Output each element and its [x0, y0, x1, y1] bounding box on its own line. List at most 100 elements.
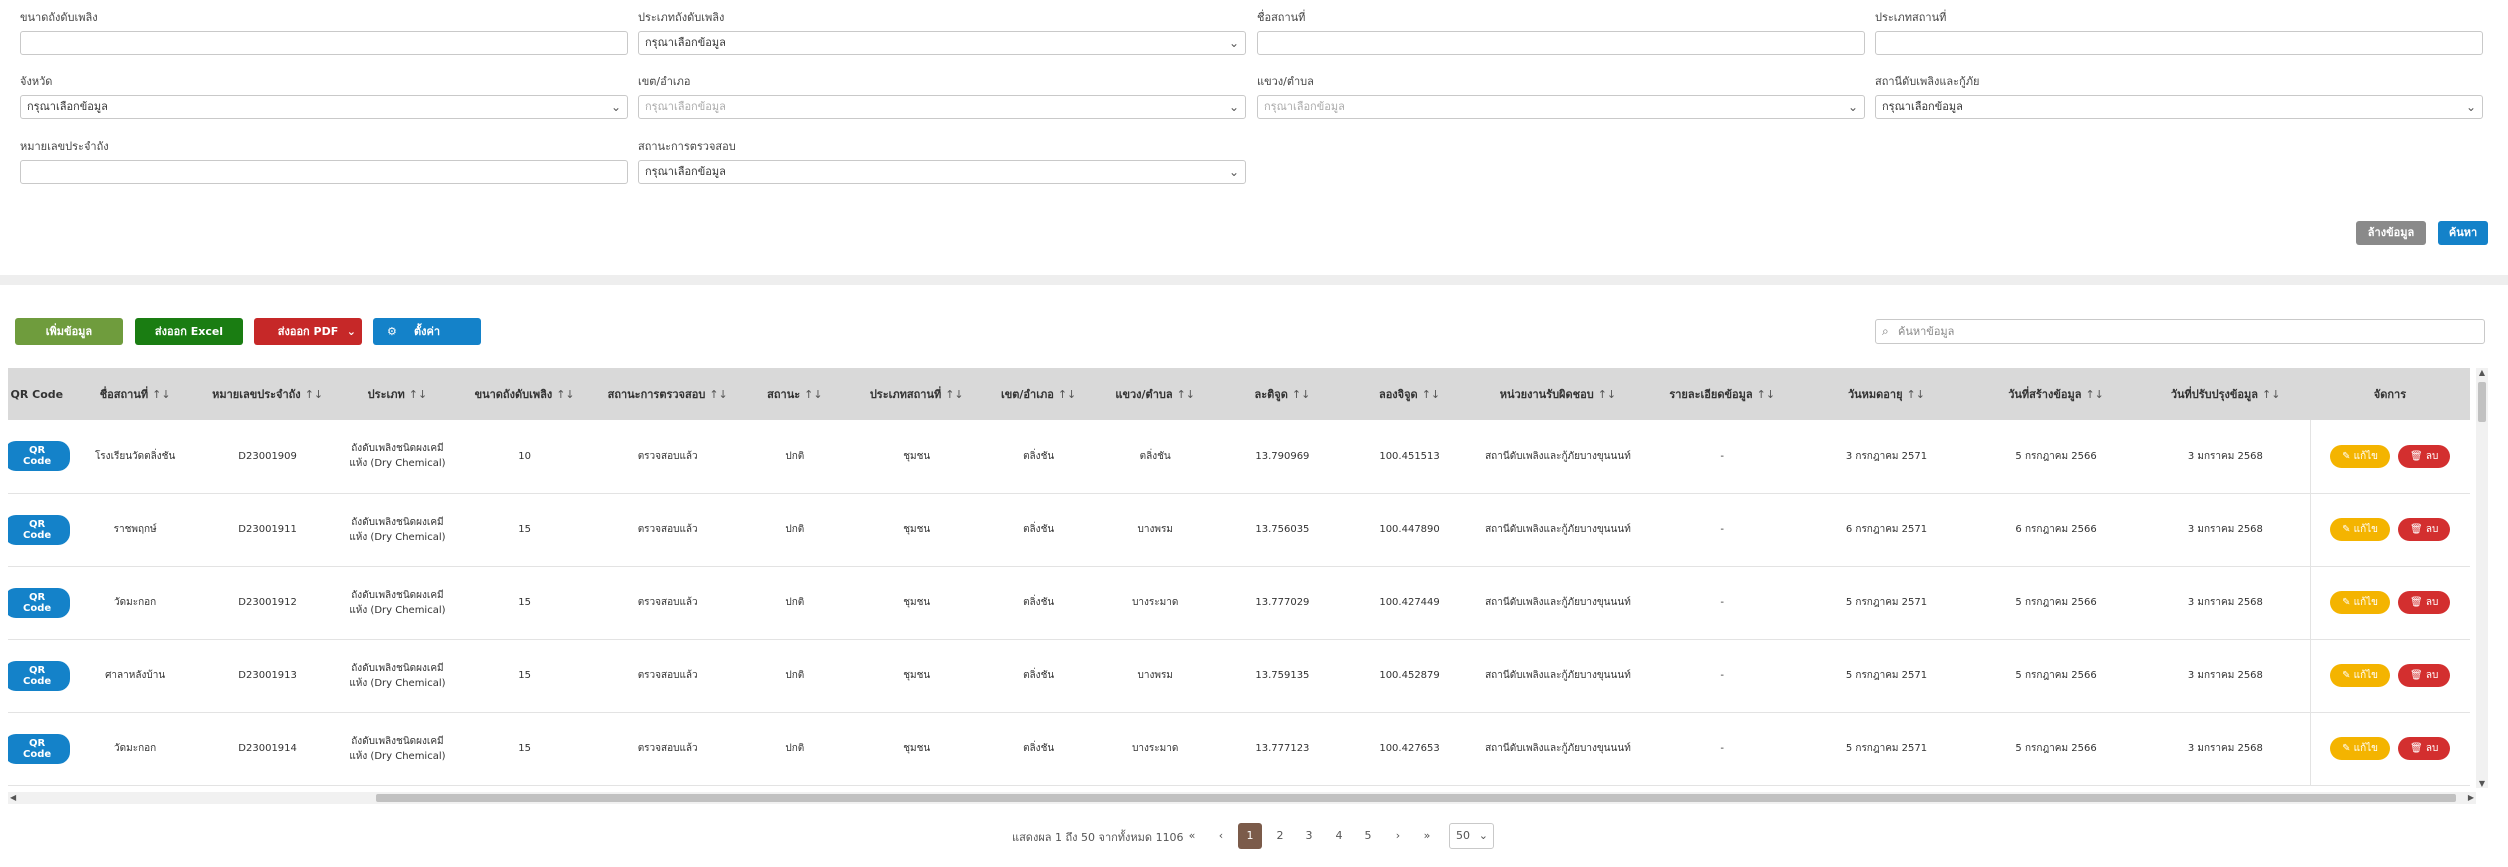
- column-header[interactable]: ประเภทสถานที่ ↑↓: [847, 368, 987, 420]
- sort-icon[interactable]: ↑↓: [804, 388, 822, 401]
- scroll-up-icon[interactable]: ▲: [2476, 368, 2488, 377]
- table-cell: ปกติ: [741, 712, 848, 786]
- column-header: จัดการ: [2310, 368, 2471, 420]
- qr-code-button[interactable]: QR Code: [8, 441, 71, 472]
- column-header[interactable]: ประเภท ↑↓: [339, 368, 457, 420]
- edit-button[interactable]: ✎ แก้ไข: [2330, 591, 2390, 614]
- horizontal-scroll-thumb[interactable]: [376, 794, 2456, 802]
- column-header[interactable]: แขวง/ตำบล ↑↓: [1091, 368, 1220, 420]
- search-button[interactable]: ค้นหา: [2438, 221, 2488, 245]
- sort-icon[interactable]: ↑↓: [1422, 388, 1440, 401]
- export-pdf-button[interactable]: ส่งออก PDF ⌄: [254, 318, 362, 345]
- sort-icon[interactable]: ↑↓: [1757, 388, 1775, 401]
- horizontal-scrollbar[interactable]: ◀ ▶: [8, 792, 2476, 804]
- column-header[interactable]: สถานะการตรวจสอบ ↑↓: [593, 368, 743, 420]
- sort-icon[interactable]: ↑↓: [305, 388, 323, 401]
- scroll-down-icon[interactable]: ▼: [2476, 779, 2488, 788]
- qr-code-button[interactable]: QR Code: [8, 660, 71, 691]
- edit-button[interactable]: ✎ แก้ไข: [2330, 737, 2390, 760]
- sort-icon[interactable]: ↑↓: [945, 388, 963, 401]
- edit-button[interactable]: ✎ แก้ไข: [2330, 664, 2390, 687]
- qr-code-button[interactable]: QR Code: [8, 733, 71, 764]
- edit-button[interactable]: ✎ แก้ไข: [2330, 518, 2390, 541]
- table-cell: 13.777029: [1218, 566, 1346, 640]
- sort-icon[interactable]: ↑↓: [2085, 388, 2103, 401]
- chevron-down-icon: ⌄: [2465, 100, 2476, 114]
- add-button[interactable]: เพิ่มข้อมูล: [15, 318, 123, 345]
- chevron-down-icon[interactable]: ⌄: [347, 318, 356, 345]
- qr-code-button[interactable]: QR Code: [8, 587, 71, 618]
- sort-icon[interactable]: ↑↓: [1598, 388, 1616, 401]
- search-input[interactable]: ⌕ ค้นหาข้อมูล: [1875, 319, 2485, 344]
- sort-icon[interactable]: ↑↓: [1292, 388, 1310, 401]
- sort-icon[interactable]: ↑↓: [1058, 388, 1076, 401]
- table-row: QR Code วัดมะกอก D23001912 ถังดับเพลิงชนิดผ…: [8, 566, 2470, 640]
- sort-icon[interactable]: ↑↓: [2262, 388, 2280, 401]
- delete-button[interactable]: 🗑 ลบ: [2398, 664, 2451, 687]
- delete-button[interactable]: 🗑 ลบ: [2398, 591, 2451, 614]
- delete-button[interactable]: 🗑 ลบ: [2398, 518, 2451, 541]
- vertical-scroll-thumb[interactable]: [2478, 382, 2486, 422]
- page-button-3[interactable]: 3: [1297, 823, 1321, 849]
- column-header[interactable]: รายละเอียดข้อมูล ↑↓: [1642, 368, 1803, 420]
- sort-icon[interactable]: ↑↓: [152, 388, 170, 401]
- sort-icon[interactable]: ↑↓: [556, 388, 574, 401]
- district-select[interactable]: กรุณาเลือกข้อมูล ⌄: [638, 95, 1246, 119]
- location-name-input[interactable]: [1257, 31, 1865, 55]
- tank-size-input[interactable]: [20, 31, 628, 55]
- table-cell: ราชพฤกษ์: [74, 493, 197, 567]
- column-header[interactable]: ละติจูด ↑↓: [1218, 368, 1347, 420]
- column-header[interactable]: วันที่สร้างข้อมูล ↑↓: [1971, 368, 2142, 420]
- sort-icon[interactable]: ↑↓: [1177, 388, 1195, 401]
- pencil-icon: ✎: [2342, 524, 2354, 535]
- scroll-right-icon[interactable]: ▶: [2468, 792, 2474, 804]
- column-header[interactable]: ลองจิจูด ↑↓: [1345, 368, 1474, 420]
- column-header[interactable]: วันหมดอายุ ↑↓: [1801, 368, 1972, 420]
- column-header[interactable]: เขต/อำเภอ ↑↓: [985, 368, 1093, 420]
- table-cell: วัดมะกอก: [74, 712, 197, 786]
- scroll-left-icon[interactable]: ◀: [10, 792, 16, 804]
- edit-button[interactable]: ✎ แก้ไข: [2330, 444, 2390, 468]
- subdistrict-select[interactable]: กรุณาเลือกข้อมูล ⌄: [1257, 95, 1865, 119]
- delete-button[interactable]: 🗑 ลบ: [2398, 444, 2451, 468]
- sort-icon[interactable]: ↑↓: [1907, 388, 1925, 401]
- tank-number-label: หมายเลขประจำถัง: [20, 140, 109, 153]
- page-button-1[interactable]: 1: [1238, 823, 1262, 849]
- inspection-status-select[interactable]: กรุณาเลือกข้อมูล ⌄: [638, 160, 1246, 184]
- next-page-button[interactable]: ›: [1386, 823, 1410, 849]
- column-header[interactable]: วันที่ปรับปรุงข้อมูล ↑↓: [2140, 368, 2311, 420]
- column-header[interactable]: ขนาดถังดับเพลิง ↑↓: [455, 368, 594, 420]
- column-header[interactable]: หน่วยงานรับผิดชอบ ↑↓: [1473, 368, 1644, 420]
- delete-button[interactable]: 🗑 ลบ: [2398, 737, 2451, 760]
- chevron-down-icon: ⌄: [1228, 36, 1239, 50]
- search-placeholder: ค้นหาข้อมูล: [1898, 325, 1955, 338]
- page-button-5[interactable]: 5: [1356, 823, 1380, 849]
- sort-icon[interactable]: ↑↓: [409, 388, 427, 401]
- column-header[interactable]: สถานะ ↑↓: [741, 368, 849, 420]
- prev-page-button[interactable]: ‹: [1209, 823, 1233, 849]
- settings-button[interactable]: ⚙ ตั้งค่า: [373, 318, 481, 345]
- column-header[interactable]: หมายเลขประจำถัง ↑↓: [196, 368, 340, 420]
- qr-code-button[interactable]: QR Code: [8, 514, 71, 545]
- sort-icon[interactable]: ↑↓: [709, 388, 727, 401]
- page-button-4[interactable]: 4: [1327, 823, 1351, 849]
- page-button-2[interactable]: 2: [1268, 823, 1292, 849]
- table-cell: -: [1642, 639, 1802, 713]
- tank-type-select[interactable]: กรุณาเลือกข้อมูล ⌄: [638, 31, 1246, 55]
- province-select[interactable]: กรุณาเลือกข้อมูล ⌄: [20, 95, 628, 119]
- tank-number-input[interactable]: [20, 160, 628, 184]
- first-page-button[interactable]: «: [1180, 823, 1204, 849]
- station-select[interactable]: กรุณาเลือกข้อมูล ⌄: [1875, 95, 2483, 119]
- clear-button[interactable]: ล้างข้อมูล: [2356, 221, 2426, 245]
- table-cell: 13.756035: [1218, 493, 1346, 567]
- page-size-select[interactable]: 50 ⌄: [1449, 823, 1494, 849]
- location-type-input[interactable]: [1875, 31, 2483, 55]
- table-cell: วัดมะกอก: [74, 566, 197, 640]
- last-page-button[interactable]: »: [1415, 823, 1439, 849]
- vertical-scrollbar[interactable]: ▲ ▼: [2476, 368, 2488, 788]
- station-label: สถานีดับเพลิงและกู้ภัย: [1875, 75, 1980, 88]
- delete-label: ลบ: [2425, 524, 2439, 535]
- column-header[interactable]: ชื่อสถานที่ ↑↓: [74, 368, 197, 420]
- export-excel-button[interactable]: ส่งออก Excel: [135, 318, 243, 345]
- tank-number-field: หมายเลขประจำถัง: [20, 139, 628, 184]
